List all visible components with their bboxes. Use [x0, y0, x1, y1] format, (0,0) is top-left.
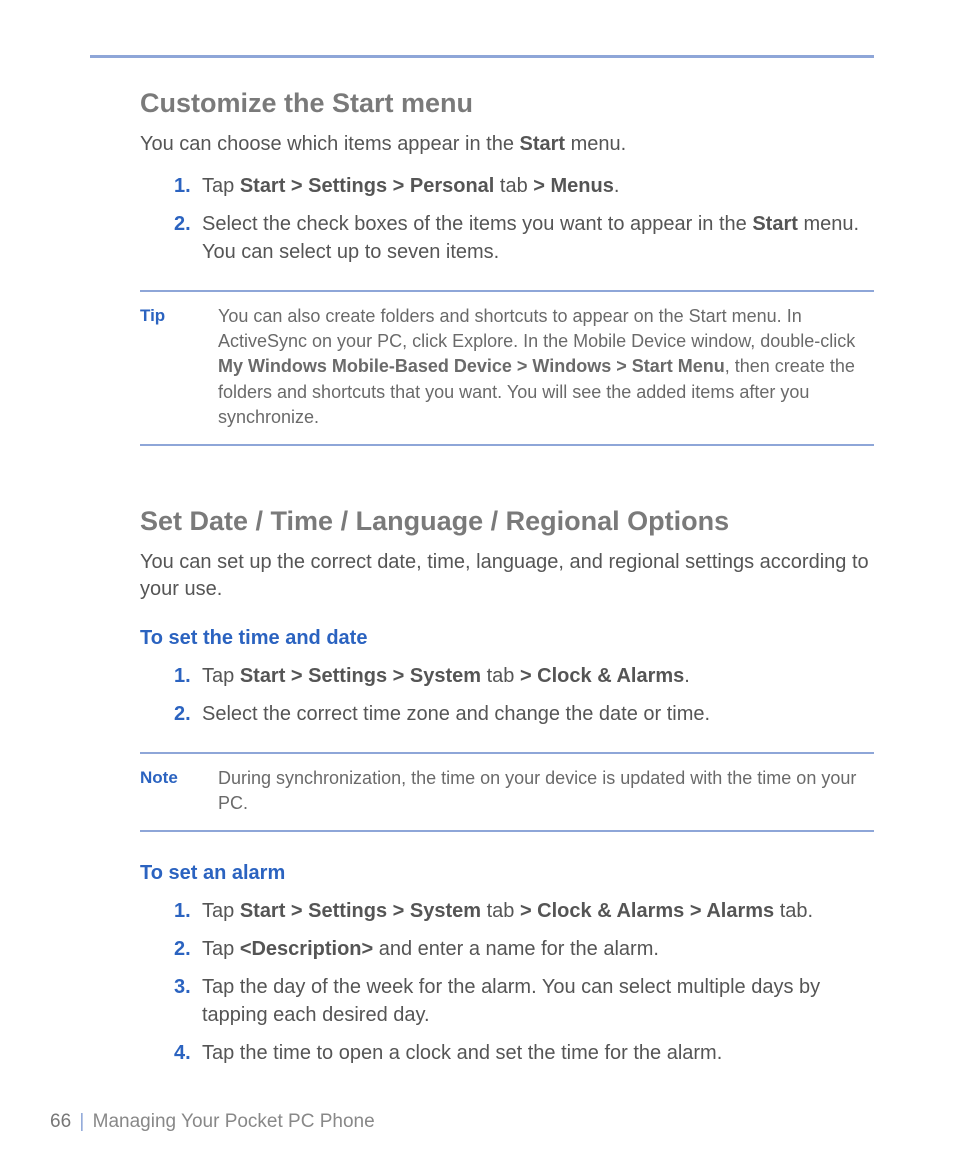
- subheading-time-date: To set the time and date: [140, 627, 874, 650]
- text: tab: [487, 665, 515, 687]
- text: Tap: [202, 900, 240, 922]
- text: You can also create folders and shortcut…: [218, 306, 855, 351]
- heading-customize-start: Customize the Start menu: [140, 88, 874, 119]
- step-number: 2.: [174, 700, 191, 728]
- text: .: [684, 665, 690, 687]
- text: Tap the time to open a clock and set the…: [202, 1042, 722, 1064]
- bold: > Menus: [528, 175, 614, 197]
- content-area: Customize the Start menu You can choose …: [90, 88, 874, 1067]
- text: tab: [500, 175, 528, 197]
- text: Tap: [202, 938, 240, 960]
- list-item: 2. Tap <Description> and enter a name fo…: [174, 935, 874, 963]
- text: Select the correct time zone and change …: [202, 703, 710, 725]
- footer-title: Managing Your Pocket PC Phone: [93, 1111, 375, 1132]
- heading-date-time: Set Date / Time / Language / Regional Op…: [140, 506, 874, 537]
- text: tab: [487, 900, 515, 922]
- step-number: 3.: [174, 973, 191, 1001]
- bold: Start: [752, 213, 798, 235]
- text: menu.: [565, 133, 626, 155]
- text: .: [614, 175, 620, 197]
- list-item: 4. Tap the time to open a clock and set …: [174, 1039, 874, 1067]
- list-item: 1. Tap Start > Settings > System tab > C…: [174, 897, 874, 925]
- note-callout: Note During synchronization, the time on…: [140, 752, 874, 832]
- text: You can choose which items appear in the: [140, 133, 520, 155]
- intro-date-time: You can set up the correct date, time, l…: [140, 549, 874, 603]
- bold: Start > Settings > Personal: [240, 175, 500, 197]
- step-number: 1.: [174, 662, 191, 690]
- step-number: 4.: [174, 1039, 191, 1067]
- list-item: 2. Select the check boxes of the items y…: [174, 210, 874, 266]
- text: Tap: [202, 175, 240, 197]
- step-number: 1.: [174, 172, 191, 200]
- step-number: 2.: [174, 210, 191, 238]
- tip-label: Tip: [140, 304, 218, 430]
- intro-customize: You can choose which items appear in the…: [140, 131, 874, 158]
- tip-body: You can also create folders and shortcut…: [218, 304, 874, 430]
- top-rule: [90, 55, 874, 58]
- list-item: 3. Tap the day of the week for the alarm…: [174, 973, 874, 1029]
- bold: > Clock & Alarms: [514, 665, 684, 687]
- text: Tap the day of the week for the alarm. Y…: [202, 976, 820, 1026]
- text: tab.: [780, 900, 813, 922]
- bold: Start > Settings > System: [240, 900, 487, 922]
- steps-alarm: 1. Tap Start > Settings > System tab > C…: [140, 897, 874, 1067]
- text: Tap: [202, 665, 240, 687]
- note-body: During synchronization, the time on your…: [218, 766, 874, 816]
- footer-separator: |: [79, 1111, 84, 1132]
- bold-start: Start: [520, 133, 566, 155]
- text: and enter a name for the alarm.: [373, 938, 659, 960]
- step-number: 2.: [174, 935, 191, 963]
- list-item: 2. Select the correct time zone and chan…: [174, 700, 874, 728]
- bold: > Clock & Alarms > Alarms: [514, 900, 779, 922]
- tip-callout: Tip You can also create folders and shor…: [140, 290, 874, 446]
- text: Select the check boxes of the items you …: [202, 213, 752, 235]
- note-label: Note: [140, 766, 218, 816]
- steps-time-date: 1. Tap Start > Settings > System tab > C…: [140, 662, 874, 728]
- list-item: 1. Tap Start > Settings > System tab > C…: [174, 662, 874, 690]
- step-number: 1.: [174, 897, 191, 925]
- bold: My Windows Mobile-Based Device > Windows…: [218, 356, 725, 376]
- bold: <Description>: [240, 938, 373, 960]
- list-item: 1. Tap Start > Settings > Personal tab >…: [174, 172, 874, 200]
- bold: Start > Settings > System: [240, 665, 487, 687]
- steps-customize: 1. Tap Start > Settings > Personal tab >…: [140, 172, 874, 266]
- subheading-alarm: To set an alarm: [140, 862, 874, 885]
- page: Customize the Start menu You can choose …: [0, 0, 954, 1067]
- page-footer: 66 | Managing Your Pocket PC Phone: [50, 1111, 375, 1133]
- page-number: 66: [50, 1111, 71, 1132]
